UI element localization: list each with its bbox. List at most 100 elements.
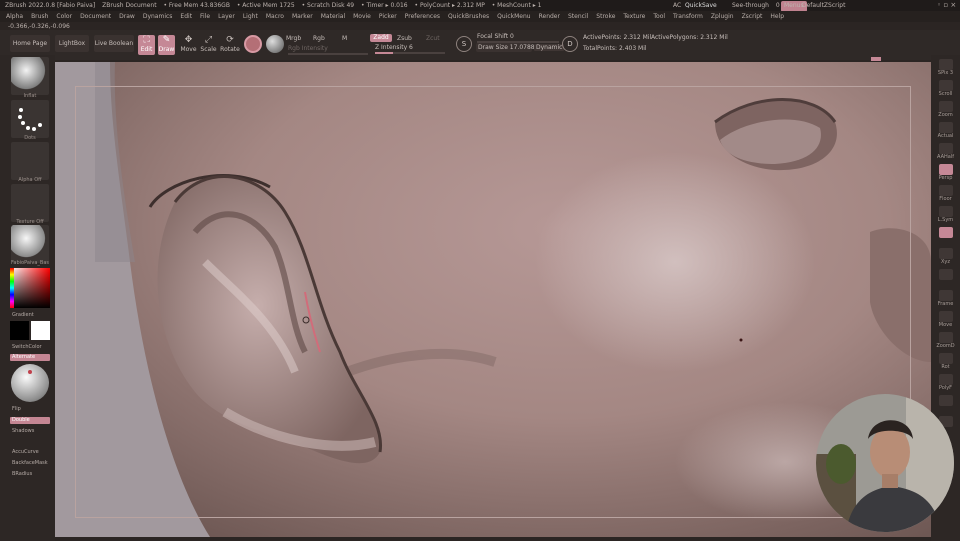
right-shelf-button[interactable]: Rot xyxy=(936,353,955,370)
shelf-label: Rot xyxy=(941,364,950,370)
brush-label: Inflat xyxy=(23,93,37,99)
z-intensity-slider[interactable]: Z Intensity 6 xyxy=(375,44,413,51)
viewport-canvas[interactable] xyxy=(55,62,931,537)
brush-preview-icon[interactable] xyxy=(244,35,262,53)
right-shelf-button[interactable]: L.Sym xyxy=(936,206,955,223)
flip-button[interactable]: Flip xyxy=(12,406,21,412)
alpha-slot[interactable] xyxy=(11,142,49,180)
menu-item[interactable]: Stencil xyxy=(568,13,588,20)
document-menu[interactable]: ZBrush Document xyxy=(102,2,156,9)
menu-item[interactable]: Render xyxy=(539,13,560,20)
menu-item[interactable]: Layer xyxy=(218,13,235,20)
right-shelf-button[interactable]: Floor xyxy=(936,185,955,202)
rotate-button[interactable]: ⟳ Rotate xyxy=(220,35,240,53)
m-button[interactable]: M xyxy=(342,35,347,42)
mrgb-button[interactable]: Mrgb xyxy=(286,35,301,42)
meshcount: • MeshCount ▸ 1 xyxy=(491,2,542,9)
menu-item[interactable]: Light xyxy=(243,13,258,20)
right-shelf-button[interactable]: SPix 3 xyxy=(936,59,955,76)
menu-item[interactable]: Edit xyxy=(180,13,192,20)
right-shelf-button[interactable] xyxy=(936,227,955,238)
brush-slot[interactable] xyxy=(11,57,49,95)
zadd-button[interactable]: Zadd xyxy=(370,34,392,42)
focal-shift-slider[interactable]: Focal Shift 0 xyxy=(477,33,514,40)
right-shelf-button[interactable]: Actual xyxy=(936,122,955,139)
default-zscript[interactable]: DefaultZScript xyxy=(802,0,845,11)
quicksave-button[interactable]: QuickSave xyxy=(685,0,717,11)
menu-item[interactable]: Preferences xyxy=(405,13,440,20)
symmetry-s-icon[interactable]: S xyxy=(456,36,472,52)
live-boolean-button[interactable]: Live Boolean xyxy=(94,40,134,47)
symmetry-d-icon[interactable]: D xyxy=(562,36,578,52)
right-shelf-button[interactable] xyxy=(936,269,955,280)
accucurve-button[interactable]: AccuCurve xyxy=(12,449,39,455)
menu-item[interactable]: Document xyxy=(80,13,111,20)
zcut-button[interactable]: Zcut xyxy=(426,35,440,42)
menu-item[interactable]: Macro xyxy=(266,13,284,20)
zsub-button[interactable]: Zsub xyxy=(397,35,412,42)
menu-item[interactable]: Tool xyxy=(653,13,665,20)
menu-item[interactable]: Movie xyxy=(353,13,371,20)
right-shelf-button[interactable]: Zoom xyxy=(936,101,955,118)
menu-item[interactable]: Stroke xyxy=(596,13,615,20)
right-shelf-button[interactable]: ZoomD xyxy=(936,332,955,349)
right-shelf-button[interactable]: Xyz xyxy=(936,248,955,265)
gradient-button[interactable]: Gradient xyxy=(12,312,34,318)
menu-item[interactable]: QuickBrushes xyxy=(448,13,489,20)
material-preview-icon[interactable] xyxy=(266,35,284,53)
right-shelf-button[interactable]: PolyF xyxy=(936,374,955,391)
see-through-slider[interactable]: See-through 0 xyxy=(727,0,780,11)
menu-item[interactable]: Texture xyxy=(623,13,645,20)
menu-item[interactable]: Help xyxy=(770,13,784,20)
move-button[interactable]: ✥ Move xyxy=(180,35,197,53)
menu-item[interactable]: Picker xyxy=(379,13,397,20)
menu-item[interactable]: Color xyxy=(56,13,72,20)
right-shelf-button[interactable]: Scroll xyxy=(936,80,955,97)
right-shelf-button[interactable]: Move xyxy=(936,311,955,328)
secondary-color-swatch[interactable] xyxy=(10,321,29,340)
menu-item[interactable]: QuickMenu xyxy=(497,13,530,20)
switchcolor-button[interactable]: SwitchColor xyxy=(12,344,42,350)
bradius-button[interactable]: BRadius xyxy=(12,471,32,477)
menu-item[interactable]: Transform xyxy=(673,13,703,20)
menu-item[interactable]: Brush xyxy=(31,13,48,20)
shadows-button[interactable]: Shadows xyxy=(12,428,34,434)
lightbox-button[interactable]: LightBox xyxy=(56,40,88,47)
home-page-button[interactable]: Home Page xyxy=(12,40,48,47)
stroke-slot[interactable] xyxy=(11,100,49,138)
double-button[interactable]: Double xyxy=(10,417,50,424)
window-controls[interactable]: ◦ ▫ × xyxy=(937,0,956,11)
shelf-label: ZoomD xyxy=(936,343,955,349)
texture-slot[interactable] xyxy=(11,184,49,222)
presenter-photo xyxy=(816,394,954,532)
z-intensity-track[interactable] xyxy=(375,52,445,54)
main-color-swatch[interactable] xyxy=(31,321,50,340)
color-picker[interactable] xyxy=(10,268,50,308)
rgb-button[interactable]: Rgb xyxy=(313,35,325,42)
hue-strip[interactable] xyxy=(10,268,14,308)
scale-button[interactable]: ⤢ Scale xyxy=(200,35,217,53)
shelf-label: Scroll xyxy=(938,91,953,97)
menu-item[interactable]: File xyxy=(200,13,210,20)
edit-button[interactable]: ⛶ Edit xyxy=(138,35,155,55)
brush-direction-sphere[interactable] xyxy=(11,364,49,402)
menu-item[interactable]: Draw xyxy=(119,13,135,20)
menu-item[interactable]: Zscript xyxy=(742,13,763,20)
menu-item[interactable]: Zplugin xyxy=(711,13,734,20)
rgb-intensity-slider[interactable]: Rgb Intensity xyxy=(288,45,328,52)
draw-size-slider[interactable]: Draw Size 17.0788 xyxy=(478,44,535,51)
alternate-button[interactable]: Alternate xyxy=(10,354,50,361)
menu-item[interactable]: Marker xyxy=(292,13,313,20)
rgb-intensity-track[interactable] xyxy=(288,53,368,55)
dynamic-button[interactable]: Dynamic xyxy=(534,44,565,51)
right-shelf-button[interactable]: Persp xyxy=(936,164,955,181)
material-slot[interactable] xyxy=(11,225,49,263)
right-shelf-button[interactable] xyxy=(936,395,955,406)
menu-item[interactable]: Dynamics xyxy=(143,13,173,20)
right-shelf-button[interactable]: AAHalf xyxy=(936,143,955,160)
backfacemask-button[interactable]: BackfaceMask xyxy=(12,460,48,466)
menu-item[interactable]: Material xyxy=(321,13,345,20)
draw-button[interactable]: ✎ Draw xyxy=(158,35,175,55)
right-shelf-button[interactable]: Frame xyxy=(936,290,955,307)
menu-item[interactable]: Alpha xyxy=(6,13,23,20)
